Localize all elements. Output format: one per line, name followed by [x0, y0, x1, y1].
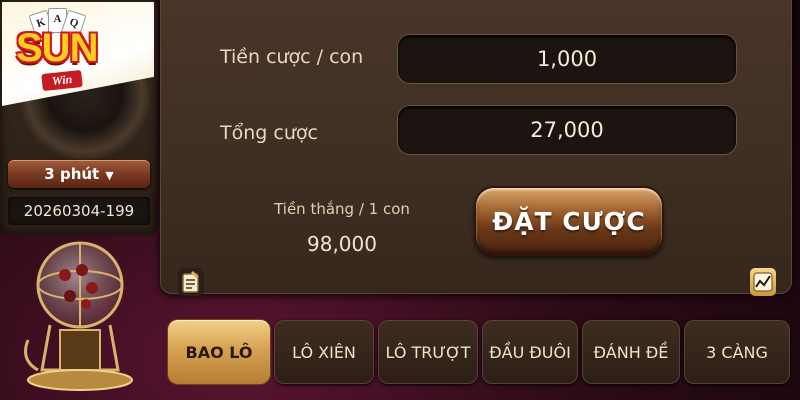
- logo-text: SUN: [16, 26, 98, 70]
- win-per-number-value: 98,000: [307, 232, 377, 256]
- bet-per-number-input[interactable]: 1,000: [398, 35, 736, 83]
- tab-danh-de[interactable]: ĐÁNH ĐỀ: [582, 320, 680, 384]
- left-column: K A Q SUN Win 3 phút ▼ 20260304-199: [0, 0, 160, 400]
- chart-icon[interactable]: [750, 268, 776, 296]
- period-dropdown[interactable]: 3 phút ▼: [8, 160, 150, 188]
- chevron-down-icon: ▼: [105, 168, 114, 182]
- tab-lo-xien[interactable]: LÔ XIÊN: [274, 320, 374, 384]
- logo-subtext: Win: [41, 69, 84, 92]
- total-bet-label: Tổng cược: [220, 122, 318, 144]
- total-bet-value: 27,000: [398, 106, 736, 154]
- win-per-number-label: Tiền thắng / 1 con: [274, 200, 410, 218]
- place-bet-button[interactable]: ĐẶT CƯỢC: [476, 188, 662, 254]
- tab-dau-duoi[interactable]: ĐẦU ĐUÔI: [482, 320, 578, 384]
- tab-lo-truot[interactable]: LÔ TRƯỢT: [378, 320, 478, 384]
- tab-bao-lo[interactable]: BAO LÔ: [168, 320, 270, 384]
- bet-per-number-label: Tiền cược / con: [220, 46, 364, 68]
- lottery-cage-icon: [24, 241, 133, 391]
- draw-id: 20260304-199: [8, 197, 150, 225]
- tab-3-cang[interactable]: 3 CÀNG: [684, 320, 790, 384]
- period-label: 3 phút: [44, 165, 100, 183]
- note-icon[interactable]: [178, 268, 204, 296]
- bet-type-tabs: BAO LÔ LÔ XIÊN LÔ TRƯỢT ĐẦU ĐUÔI ĐÁNH ĐỀ…: [168, 320, 792, 386]
